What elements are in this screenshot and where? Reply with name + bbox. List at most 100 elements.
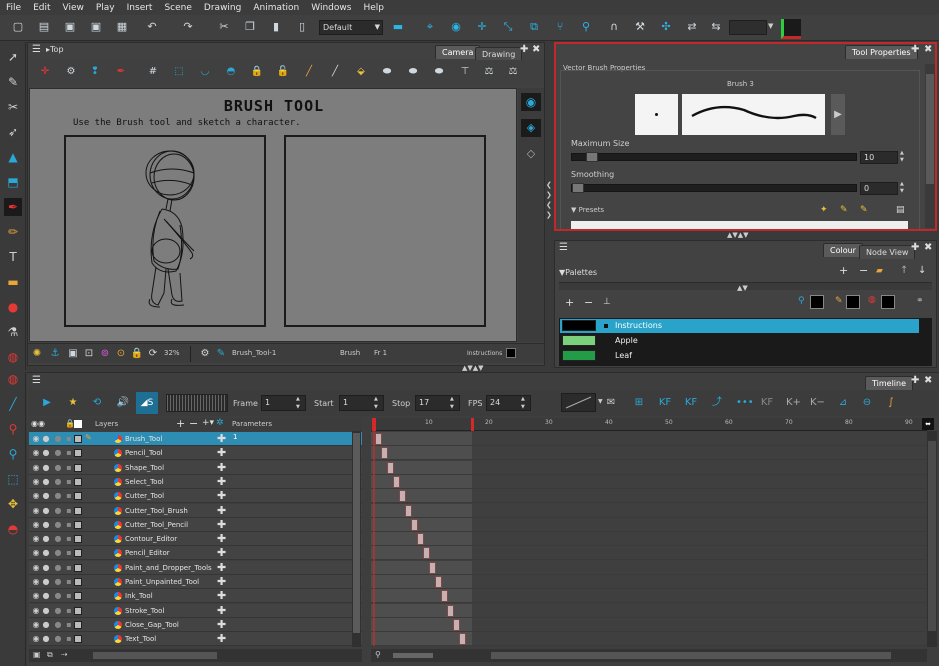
layer-name[interactable]: Paint_Unpainted_Tool: [125, 576, 199, 588]
layer-name[interactable]: Cutter_Tool_Pencil: [125, 519, 188, 531]
layer-visibility2-icon[interactable]: ●: [41, 548, 51, 558]
layer-expand-icon[interactable]: ✚: [217, 489, 226, 502]
layer-visibility2-icon[interactable]: ●: [41, 463, 51, 473]
layer-name[interactable]: Paint_and_Dropper_Tools: [125, 562, 212, 574]
layer-row[interactable]: ◉ ● ● ▪ Pencil_Editor ✚: [29, 546, 362, 560]
lock-icon[interactable]: 🔒: [250, 65, 264, 79]
h-scroll-thumb[interactable]: [93, 652, 217, 659]
layer-visibility-icon[interactable]: ◉: [31, 634, 41, 644]
workspace-manager-icon[interactable]: ▬: [390, 19, 406, 35]
pillar-icon[interactable]: ⊤: [458, 65, 472, 79]
frame-row[interactable]: [371, 589, 926, 603]
max-size-thumb[interactable]: [586, 152, 598, 162]
layer-lock-icon[interactable]: ▪: [64, 577, 74, 587]
menu-drawing[interactable]: Drawing: [198, 3, 247, 13]
layer-visibility2-icon[interactable]: ●: [41, 448, 51, 458]
timeline-zoom-bar[interactable]: ⚲: [371, 649, 927, 662]
hand-tool-icon[interactable]: ◓: [4, 520, 22, 538]
layer-solo-icon[interactable]: ●: [53, 606, 63, 616]
layer-name[interactable]: Brush_Tool: [125, 433, 162, 445]
curve-edit-icon[interactable]: ∫: [884, 396, 898, 410]
dropdown-arrow-icon[interactable]: ▼: [768, 22, 773, 30]
layer-visibility2-icon[interactable]: ●: [41, 477, 51, 487]
smoothing-slider[interactable]: [571, 183, 857, 193]
flip-icon[interactable]: ⇄: [684, 19, 700, 35]
layer-name[interactable]: Close_Gap_Tool: [125, 619, 179, 631]
menu-view[interactable]: View: [57, 3, 90, 13]
perspective-tool-icon[interactable]: ⬒: [4, 173, 22, 191]
layer-lock-icon[interactable]: ▪: [64, 534, 74, 544]
kf-minus-icon[interactable]: K−: [810, 396, 825, 410]
add-colour-panel-icon[interactable]: ✚: [911, 242, 919, 253]
fps-stepper-icon[interactable]: ▲ ▼: [521, 395, 525, 411]
layer-name[interactable]: Shape_Tool: [125, 462, 164, 474]
layer-solo-icon[interactable]: ●: [53, 448, 63, 458]
preset-rename-icon[interactable]: ✎: [860, 205, 868, 215]
layer-visibility2-icon[interactable]: ●: [41, 606, 51, 616]
camera-mask-icon[interactable]: ⊡: [82, 347, 96, 361]
layer-visibility-icon[interactable]: ◉: [31, 591, 41, 601]
scroll-thumb[interactable]: [926, 74, 934, 184]
grid-icon[interactable]: #: [146, 65, 160, 79]
brush-icon[interactable]: ✒: [114, 65, 128, 79]
cutter-tool-icon[interactable]: ✂: [4, 98, 22, 116]
layer-scroll-bar[interactable]: ▣ ⧉ ⇢: [29, 649, 362, 662]
layer-expand-icon[interactable]: ✚: [217, 604, 226, 617]
layer-color-swatch[interactable]: [74, 607, 82, 615]
presets-header[interactable]: ▼ Presets: [571, 206, 604, 214]
keyframe-cell[interactable]: [387, 462, 394, 474]
keyframe-cell[interactable]: [411, 519, 418, 531]
layer-name[interactable]: Stroke_Tool: [125, 605, 164, 617]
fill-pencil-icon[interactable]: ✎: [835, 296, 843, 306]
menu-animation[interactable]: Animation: [247, 3, 305, 13]
layer-settings-icon[interactable]: ✲: [216, 418, 224, 428]
layer-visibility-icon[interactable]: ◉: [31, 506, 41, 516]
swatch-row-leaf[interactable]: Leaf: [560, 349, 919, 363]
eraser-tool-icon[interactable]: ▬: [4, 273, 22, 291]
onion-toggle-icon[interactable]: ⊚: [98, 347, 112, 361]
easing-select[interactable]: [561, 393, 596, 412]
layer-color-swatch[interactable]: [74, 507, 82, 515]
frame-row[interactable]: [371, 604, 926, 618]
disc2-icon[interactable]: ⬬: [406, 65, 420, 79]
delete-icon[interactable]: ▯: [294, 19, 310, 35]
layers-icon[interactable]: ◈: [521, 119, 541, 137]
kf-next-icon[interactable]: K+: [786, 396, 801, 410]
layer-color-swatch[interactable]: [74, 592, 82, 600]
layer-lock-icon[interactable]: ▪: [64, 520, 74, 530]
tab-camera[interactable]: Camera: [435, 45, 481, 59]
layer-solo-icon[interactable]: ●: [53, 520, 63, 530]
balance-icon[interactable]: ⚖: [482, 65, 496, 79]
preset-arrow-button[interactable]: ▶: [831, 94, 845, 135]
key-add-icon[interactable]: ⊞: [632, 396, 646, 410]
layer-color-swatch[interactable]: [74, 549, 82, 557]
layer-visibility-icon[interactable]: ◉: [31, 563, 41, 573]
swatch-row-apple[interactable]: Apple: [560, 334, 919, 348]
paint-tool-icon[interactable]: ●: [4, 298, 22, 316]
tab-drawing[interactable]: Drawing: [475, 47, 523, 61]
bone-tool-icon[interactable]: ✥: [4, 495, 22, 513]
light-icon[interactable]: ◓: [224, 65, 238, 79]
stop-stepper-icon[interactable]: ▲ ▼: [450, 395, 454, 411]
frame-row[interactable]: [371, 575, 926, 589]
layer-visibility-icon[interactable]: ◉: [31, 534, 41, 544]
layer-visibility2-icon[interactable]: ●: [41, 620, 51, 630]
select-tool-icon[interactable]: ➚: [4, 48, 22, 66]
layer-name[interactable]: Ink_Tool: [125, 590, 153, 602]
sound-icon[interactable]: 🔊: [116, 396, 130, 410]
layer-solo-icon[interactable]: ●: [53, 563, 63, 573]
volume-slider[interactable]: [166, 394, 228, 412]
layer-color-swatch[interactable]: [74, 578, 82, 586]
layer-row[interactable]: ◉ ● ● ▪ Paint_and_Dropper_Tools ✚: [29, 561, 362, 575]
tab-node-view[interactable]: Node View: [859, 245, 916, 259]
paint-bucket-icon[interactable]: ◍: [868, 295, 876, 305]
add-panel-icon[interactable]: ✚: [911, 44, 919, 55]
layer-solo-icon[interactable]: ●: [53, 463, 63, 473]
layer-visibility-icon[interactable]: ◉: [31, 620, 41, 630]
remove-colour-icon[interactable]: −: [584, 296, 593, 309]
layer-lock-icon[interactable]: ▪: [64, 620, 74, 630]
layer-solo-icon[interactable]: ●: [53, 477, 63, 487]
colour-menu-icon[interactable]: ☰: [559, 242, 568, 253]
layer-visibility2-icon[interactable]: ●: [41, 506, 51, 516]
layer-row[interactable]: ◉ ● ● ▪ Pencil_Tool ✚: [29, 446, 362, 460]
